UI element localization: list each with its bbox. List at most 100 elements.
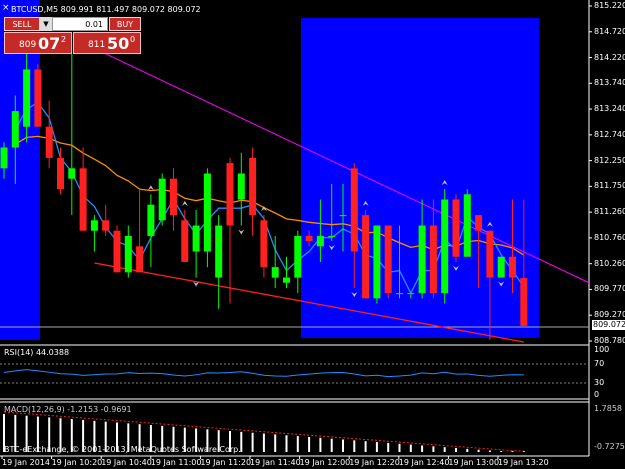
bear-candle [475, 215, 483, 231]
time-label: 19 Jan 13:20 [498, 458, 549, 467]
bull-candle [396, 293, 403, 295]
bear-candle [486, 230, 494, 278]
buy-price-sup: 0 [130, 35, 136, 44]
close-icon[interactable]: × [2, 3, 10, 13]
bear-candle [520, 278, 528, 326]
bull-candle [203, 173, 211, 252]
bull-candle [68, 168, 76, 179]
bear-candle [249, 157, 257, 216]
rsi-level-label: 70 [594, 359, 605, 368]
price-label: 809.770 [594, 284, 625, 294]
bull-candle [418, 225, 426, 294]
one-click-trading-panel: × BTCUSD,M5 809.991 811.497 809.072 809.… [2, 3, 201, 54]
macd-top-label: 1.7858 [594, 404, 622, 413]
price-label: 808.780 [594, 336, 625, 345]
sell-button[interactable]: SELL [4, 17, 40, 31]
chart-title: BTCUSD,M5 809.991 811.497 809.072 809.07… [11, 5, 201, 14]
bull-candle [192, 225, 200, 252]
bear-candle [226, 163, 234, 226]
bull-candle [11, 111, 19, 148]
bull-candle [373, 225, 381, 299]
lot-dropdown-arrow-icon[interactable]: ▼ [40, 17, 52, 31]
rsi-level-label: 0 [594, 390, 600, 399]
bull-candle [339, 215, 347, 217]
bull-candle [23, 69, 31, 127]
macd-title: MACD(12,26,9) -1.2153 -0.9691 [4, 405, 132, 414]
current-price-tag: 809.072 [592, 320, 625, 330]
buy-price-big: 50 [107, 34, 130, 53]
bull-candle [294, 235, 302, 278]
bear-candle [34, 69, 42, 127]
rsi-line [3, 369, 524, 378]
rsi-level-label: 100 [594, 345, 610, 354]
bull-candle [497, 256, 505, 278]
bear-candle [362, 215, 370, 299]
bull-candle [237, 173, 245, 200]
time-label: 19 Jan 12:00 [299, 458, 351, 467]
sell-price-button[interactable]: 809 07 2 [4, 32, 72, 54]
bear-candle [170, 178, 177, 216]
price-label: 810.260 [594, 258, 625, 268]
bull-candle [124, 235, 132, 273]
bear-candle [45, 126, 53, 158]
time-label: 19 Jan 13:00 [448, 458, 500, 467]
time-label: 19 Jan 2014 [2, 458, 50, 467]
time-label: 19 Jan 12:20 [349, 458, 400, 467]
price-label: 809.270 [594, 310, 625, 320]
bear-candle [260, 220, 268, 268]
time-label: 19 Jan 11:20 [200, 458, 252, 467]
price-label: 814.220 [594, 52, 625, 62]
bear-candle [429, 225, 437, 294]
bear-candle [136, 246, 144, 273]
price-label: 813.740 [594, 78, 625, 88]
time-label: 19 Jan 12:40 [398, 458, 450, 467]
bear-candle [57, 157, 64, 190]
bull-candle [328, 235, 336, 237]
bull-candle [463, 194, 471, 257]
bear-candle [181, 220, 189, 262]
time-label: 19 Jan 11:40 [250, 458, 301, 467]
rsi-series [3, 369, 524, 378]
price-label: 814.720 [594, 26, 625, 36]
price-label: 812.740 [594, 129, 625, 139]
price-label: 811.260 [594, 207, 625, 217]
bear-candle [79, 168, 87, 231]
bull-candle [441, 199, 449, 294]
bear-candle [452, 199, 460, 257]
bull-candle [316, 235, 324, 247]
bear-candle [509, 256, 516, 278]
bear-candle [350, 168, 358, 252]
sell-price-small: 809 [19, 40, 37, 50]
bear-candle [305, 235, 313, 242]
bull-candle [283, 277, 290, 283]
macd-bottom-label: -0.7275 [594, 442, 625, 451]
buy-button[interactable]: BUY [109, 17, 141, 31]
bull-candle [407, 293, 415, 295]
time-label: 19 Jan 11:00 [150, 458, 202, 467]
price-label: 813.240 [594, 104, 625, 114]
buy-price-small: 811 [88, 40, 106, 50]
sell-price-big: 07 [38, 34, 61, 53]
bull-candle [271, 267, 279, 278]
time-label: 19 Jan 10:20 [51, 458, 103, 467]
bear-candle [102, 220, 110, 231]
copyright-watermark: BTC-eExchange, © 2001-2013, MetaQuotes S… [4, 445, 241, 454]
time-label: 19 Jan 10:40 [101, 458, 152, 467]
lot-size-input[interactable]: 0.01 [52, 17, 108, 31]
chart-canvas[interactable] [0, 0, 625, 469]
price-label: 812.250 [594, 155, 625, 165]
bull-candle [215, 225, 223, 278]
price-label: 815.220 [594, 1, 625, 10]
buy-price-button[interactable]: 811 50 0 [73, 32, 141, 54]
bear-candle [113, 230, 121, 273]
bull-candle [147, 204, 155, 236]
price-label: 810.760 [594, 232, 625, 242]
bear-candle [384, 225, 392, 294]
bull-candle [90, 220, 98, 231]
rsi-level-label: 30 [594, 378, 605, 387]
bull-candle [158, 178, 166, 221]
price-label: 811.750 [594, 181, 625, 191]
rsi-title: RSI(14) 44.0388 [4, 348, 70, 357]
bull-candle [0, 147, 8, 169]
sell-price-sup: 2 [61, 35, 67, 44]
